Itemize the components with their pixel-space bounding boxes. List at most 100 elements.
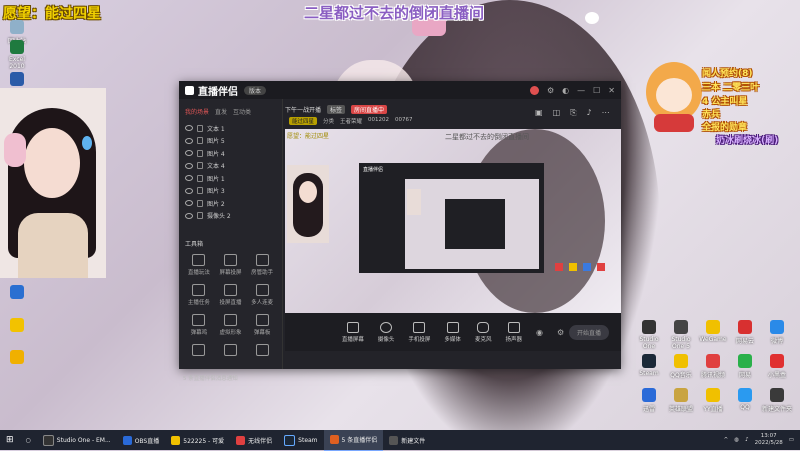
tool-item[interactable]: 虚拟形象 bbox=[215, 314, 247, 336]
lock-icon[interactable] bbox=[197, 212, 203, 220]
settings-small-icon[interactable]: ⚙ bbox=[557, 328, 564, 337]
ctl-screen[interactable]: 直播屏幕 bbox=[342, 321, 364, 343]
desktop-icon[interactable]: 腾讯视频 bbox=[698, 354, 728, 379]
title-pill[interactable]: 能过四星 bbox=[289, 117, 318, 125]
tool-item[interactable] bbox=[183, 344, 215, 358]
desktop-icon[interactable]: QQ bbox=[730, 388, 760, 411]
desktop-icon-meeting[interactable] bbox=[2, 318, 32, 334]
tab-interact[interactable]: 互动类 bbox=[233, 107, 251, 116]
tool-item[interactable]: 弹幕板 bbox=[246, 314, 278, 336]
bell-icon[interactable]: ♪ bbox=[587, 108, 592, 118]
eye-icon[interactable] bbox=[185, 137, 193, 144]
eye-icon[interactable] bbox=[185, 162, 193, 169]
source-row[interactable]: 图片 5 bbox=[185, 135, 276, 148]
task-view-button[interactable]: ○ bbox=[20, 430, 37, 450]
lock-icon[interactable] bbox=[197, 162, 203, 170]
desktop-icon[interactable]: QQ音乐 bbox=[666, 354, 696, 379]
lock-icon[interactable] bbox=[197, 174, 203, 182]
desktop-icon-game[interactable] bbox=[2, 285, 32, 301]
eye-icon[interactable] bbox=[185, 125, 193, 132]
eye-icon[interactable] bbox=[185, 187, 193, 194]
desktop-icon[interactable]: 微博 bbox=[762, 320, 792, 345]
notification-icon[interactable]: ▭ bbox=[789, 437, 794, 443]
taskbar-item[interactable]: 522225 - 可爱 bbox=[165, 430, 230, 450]
tool-item[interactable]: 弹幕鸡 bbox=[183, 314, 215, 336]
category[interactable]: 分类 bbox=[323, 117, 334, 125]
tool-item[interactable]: 房管助手 bbox=[246, 254, 278, 276]
lock-icon[interactable] bbox=[197, 149, 203, 157]
ctl-phone[interactable]: 手机投屏 bbox=[408, 321, 430, 343]
ctl-camera[interactable]: 摄像头 bbox=[378, 321, 394, 343]
lock-icon[interactable] bbox=[197, 137, 203, 145]
source-row[interactable]: 文本 4 bbox=[185, 160, 276, 173]
record-icon[interactable]: ◉ bbox=[536, 328, 543, 337]
desktop-icon[interactable]: Steam bbox=[634, 354, 664, 377]
tool-item[interactable] bbox=[215, 344, 247, 358]
game-name[interactable]: 王者荣耀 bbox=[340, 117, 362, 125]
eye-icon[interactable] bbox=[185, 175, 193, 182]
source-row[interactable]: 图片 1 bbox=[185, 172, 276, 185]
ctl-media[interactable]: 多媒体 bbox=[444, 321, 461, 343]
taskbar-item[interactable]: 5 条直播伴侣 bbox=[323, 429, 384, 451]
taskbar-item[interactable]: 无线伴侣 bbox=[230, 430, 278, 450]
taskbar-item[interactable]: Studio One - EM... bbox=[37, 430, 117, 450]
ctl-mic[interactable]: 麦克风 bbox=[475, 321, 491, 343]
tool-item[interactable]: 直播玩法 bbox=[183, 254, 215, 276]
eye-icon[interactable] bbox=[185, 212, 193, 219]
settings-icon[interactable]: ⚙ bbox=[547, 86, 554, 95]
more-icon[interactable]: ⋯ bbox=[602, 108, 610, 118]
desktop-icon[interactable]: YY直播 bbox=[698, 388, 728, 413]
desktop-icon[interactable]: 网易云 bbox=[730, 320, 760, 345]
taskbar-item[interactable]: 新建文件 bbox=[383, 430, 431, 450]
notification-link[interactable]: 5 条直播伴侣消息通知 bbox=[183, 374, 238, 382]
close-icon[interactable]: ✕ bbox=[608, 86, 615, 95]
maximize-icon[interactable]: ☐ bbox=[593, 86, 600, 95]
source-row[interactable]: 图片 3 bbox=[185, 185, 276, 198]
lock-icon[interactable] bbox=[197, 187, 203, 195]
ctl-speaker[interactable]: 扬声器 bbox=[505, 321, 522, 343]
stream-title[interactable]: 下午一战开播 bbox=[285, 105, 321, 114]
lock-icon[interactable] bbox=[197, 124, 203, 132]
volume-icon[interactable]: ♪ bbox=[745, 437, 749, 443]
network-icon[interactable]: ◍ bbox=[734, 437, 739, 443]
tab-direct[interactable]: 直发 bbox=[215, 107, 227, 116]
taskbar-item[interactable]: Steam bbox=[278, 430, 323, 450]
desktop-icon[interactable]: WeGame bbox=[698, 320, 728, 343]
version-badge[interactable]: 版本 bbox=[244, 85, 267, 95]
shop-icon[interactable]: ◫ bbox=[553, 108, 561, 118]
source-row[interactable]: 图片 2 bbox=[185, 197, 276, 210]
desktop-icon-huya[interactable] bbox=[2, 350, 32, 366]
start-button[interactable]: ⊞ bbox=[0, 430, 20, 450]
avatar[interactable] bbox=[529, 85, 539, 95]
desktop-icon[interactable]: 新建文件夹 bbox=[762, 388, 792, 413]
source-row[interactable]: 摄像头 2 bbox=[185, 210, 276, 223]
source-row[interactable]: 文本 1 bbox=[185, 122, 276, 135]
tool-item[interactable]: 主播任务 bbox=[183, 284, 215, 306]
tag-badge[interactable]: 标签 bbox=[327, 105, 346, 114]
gift-icon[interactable]: ▣ bbox=[535, 108, 543, 118]
start-live-button[interactable]: 开始直播 bbox=[568, 325, 609, 340]
taskbar-item[interactable]: OBS直播 bbox=[117, 430, 166, 450]
desktop-icon[interactable]: 迅雷 bbox=[634, 388, 664, 413]
desktop-icon[interactable]: 英雄联盟 bbox=[666, 388, 696, 413]
lock-icon[interactable] bbox=[197, 199, 203, 207]
clock[interactable]: 13:07 2022/5/28 bbox=[755, 433, 783, 447]
tool-item[interactable] bbox=[246, 344, 278, 358]
tool-item[interactable]: 投屏直播 bbox=[215, 284, 247, 306]
tool-item[interactable]: 屏幕投屏 bbox=[215, 254, 247, 276]
tab-my-scene[interactable]: 我的场景 bbox=[185, 107, 209, 116]
eye-icon[interactable] bbox=[185, 200, 193, 207]
eye-icon[interactable] bbox=[185, 150, 193, 157]
share-icon[interactable]: ⎘ bbox=[570, 108, 576, 118]
tray-up-icon[interactable]: ^ bbox=[724, 437, 729, 443]
desktop-icon[interactable]: Studio One bbox=[634, 320, 664, 350]
skin-icon[interactable]: ◐ bbox=[562, 86, 569, 95]
minimize-icon[interactable]: — bbox=[577, 86, 585, 95]
desktop-icon[interactable]: Studio One 5 bbox=[666, 320, 696, 350]
desktop-icon-word[interactable] bbox=[2, 72, 32, 88]
preview-canvas[interactable]: 愿望：能过四星 二星都过不去的倒闭直播间 直播伴侣 bbox=[285, 129, 621, 313]
desktop-icon[interactable]: 小黑盒 bbox=[762, 354, 792, 379]
source-row[interactable]: 图片 4 bbox=[185, 147, 276, 160]
tool-item[interactable]: 多人连麦 bbox=[246, 284, 278, 306]
desktop-icon[interactable]: 网易 bbox=[730, 354, 760, 379]
